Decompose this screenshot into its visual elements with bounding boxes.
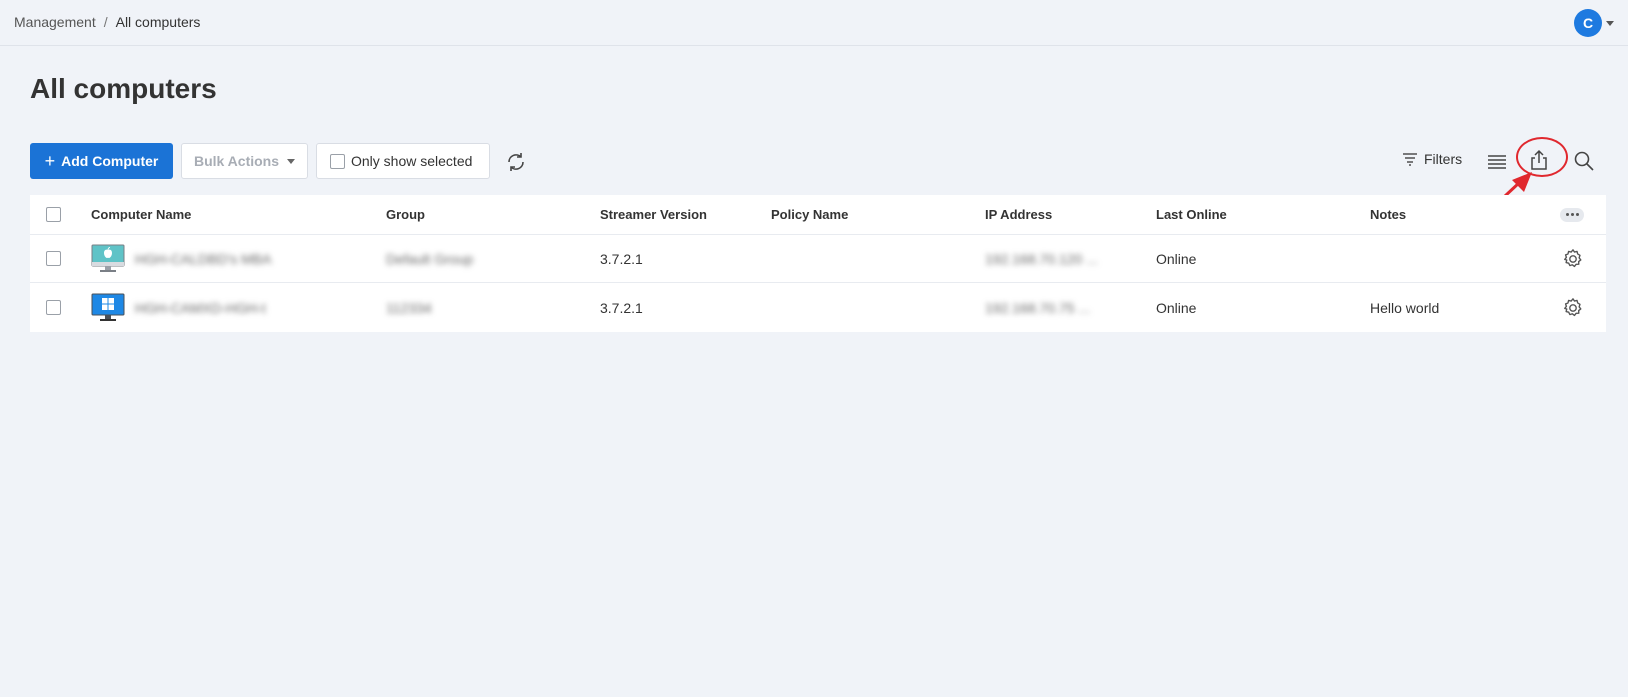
user-avatar[interactable]: C [1574,9,1602,37]
column-header[interactable]: Policy Name [771,195,848,234]
column-header[interactable]: Notes [1370,195,1406,234]
windows-icon [91,293,125,321]
table-header: Computer Name Group Streamer Version Pol… [30,195,1606,235]
group-name: 112334 [386,299,432,316]
last-online: Online [1156,250,1197,267]
only-show-selected-toggle[interactable]: Only show selected [316,143,490,179]
computers-table: Computer Name Group Streamer Version Pol… [30,195,1606,332]
filters-label: Filters [1424,151,1463,167]
top-bar: Management / All computers C [0,0,1628,46]
ip-address: 192.168.70.120 ... [985,250,1098,267]
column-header[interactable]: Computer Name [91,195,191,234]
row-checkbox[interactable] [46,300,61,315]
gear-icon[interactable] [1562,297,1584,319]
gear-icon[interactable] [1562,248,1584,270]
column-header[interactable]: IP Address [985,195,1052,234]
breadcrumb-separator: / [103,14,108,30]
table-row[interactable]: HGH-CALDBD's MBA Default Group 3.7.2.1 1… [30,235,1606,283]
only-show-selected-label: Only show selected [351,153,473,169]
row-checkbox[interactable] [46,251,61,266]
add-computer-button[interactable]: + Add Computer [30,143,173,179]
avatar-dropdown-icon[interactable] [1606,21,1614,26]
column-header[interactable]: Streamer Version [600,195,707,234]
breadcrumb: Management / All computers [14,14,200,30]
page-title: All computers [30,73,217,104]
column-header[interactable]: Group [386,195,425,234]
refresh-icon[interactable] [505,151,527,173]
bulk-actions-dropdown[interactable]: Bulk Actions [181,143,308,179]
mac-icon [91,244,125,272]
only-show-selected-checkbox[interactable] [330,153,345,169]
computer-name[interactable]: HGH-CAMXD-HGH-t [135,300,266,316]
bulk-actions-label: Bulk Actions [193,153,280,169]
streamer-version: 3.7.2.1 [600,299,643,316]
breadcrumb-current: All computers [115,14,201,30]
select-all-checkbox[interactable] [46,207,61,222]
notes: Hello world [1370,299,1440,316]
more-columns-icon[interactable] [1560,207,1584,222]
streamer-version: 3.7.2.1 [600,250,643,267]
chevron-down-icon [287,158,296,164]
column-header[interactable]: Last Online [1156,195,1227,234]
ip-address: 192.168.70.75 ... [985,299,1091,316]
plus-icon: + [44,151,56,171]
add-computer-label: Add Computer [61,153,159,169]
computer-name[interactable]: HGH-CALDBD's MBA [135,251,271,267]
filters-button[interactable]: Filters [1402,151,1462,167]
filter-icon [1403,153,1417,166]
search-icon[interactable] [1572,149,1596,173]
group-name: Default Group [386,250,474,267]
last-online: Online [1156,299,1197,316]
breadcrumb-management[interactable]: Management [14,14,96,30]
table-row[interactable]: HGH-CAMXD-HGH-t 112334 3.7.2.1 192.168.7… [30,283,1606,332]
